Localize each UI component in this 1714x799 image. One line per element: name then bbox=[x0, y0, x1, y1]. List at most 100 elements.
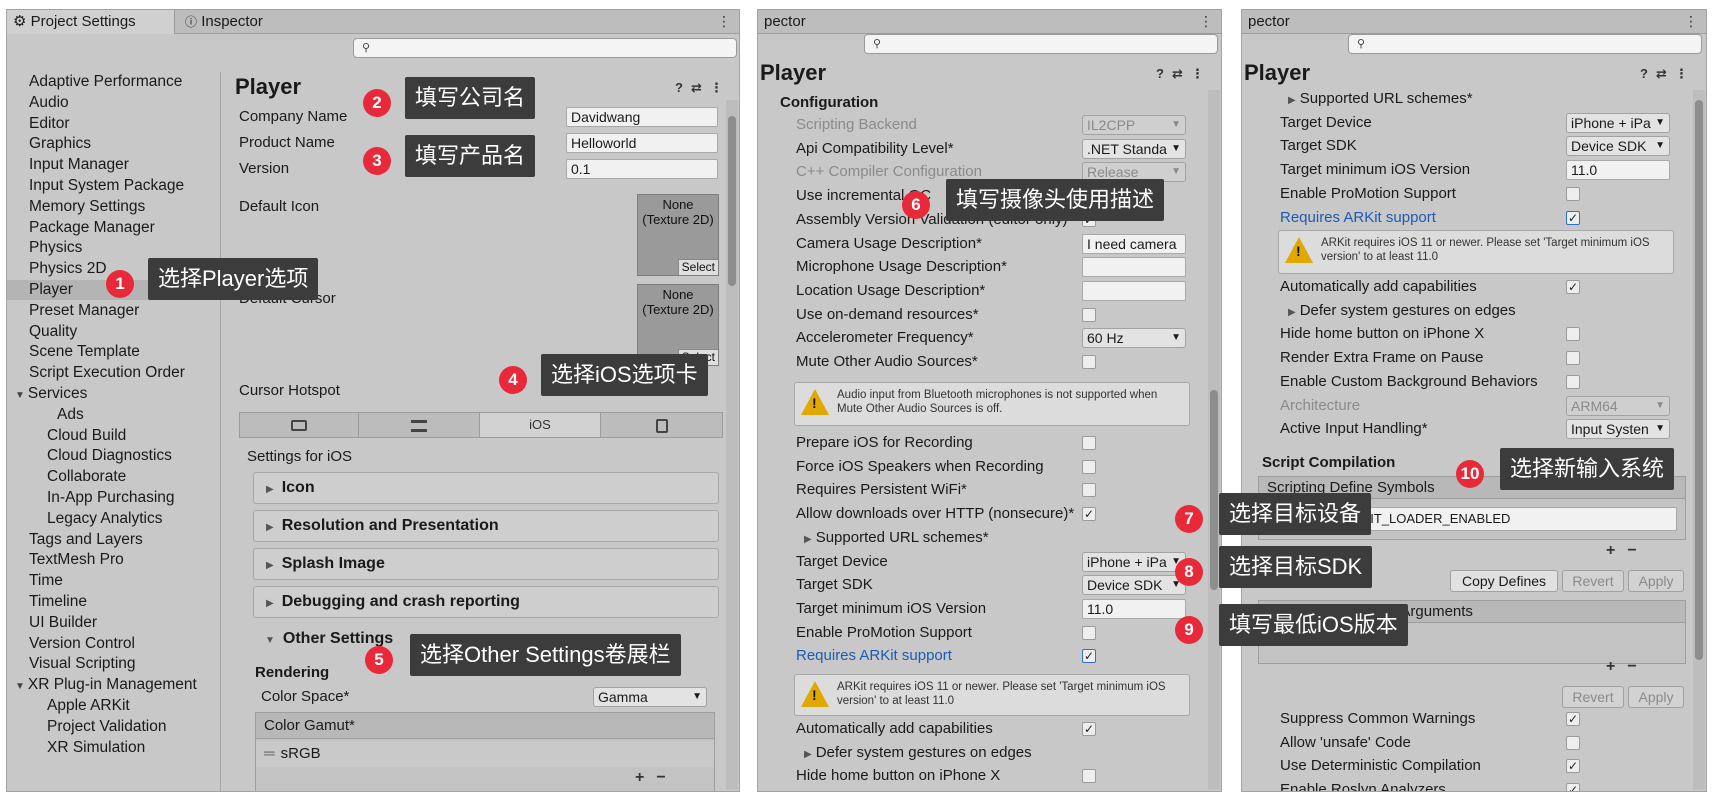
sidebar-item-scene-template[interactable]: Scene Template bbox=[29, 342, 140, 362]
revert-button[interactable]: Revert bbox=[1562, 570, 1624, 592]
minus-icon[interactable]: − bbox=[1627, 542, 1648, 559]
tab-standalone[interactable] bbox=[240, 413, 359, 437]
automatically-add-capabilities-checkbox[interactable]: ✓ bbox=[1566, 280, 1580, 294]
sidebar-item-project-validation[interactable]: Project Validation bbox=[47, 717, 166, 737]
camera-usage-description-field[interactable]: I need camera bbox=[1082, 233, 1186, 254]
apply-button[interactable]: Apply bbox=[1628, 570, 1684, 592]
sidebar-item-preset-manager[interactable]: Preset Manager bbox=[29, 301, 139, 321]
supported-url-schemes-label[interactable]: ▶ Supported URL schemes* bbox=[1288, 88, 1473, 110]
mute-other-audio-sources-checkbox[interactable] bbox=[1082, 355, 1096, 369]
search-input[interactable]: ⚲ bbox=[353, 38, 737, 58]
sidebar-item-cloud-diagnostics[interactable]: Cloud Diagnostics bbox=[47, 446, 172, 466]
hide-home-button-on-iphone-x-checkbox[interactable] bbox=[1082, 769, 1096, 784]
preset-icon[interactable]: ⇄ bbox=[691, 80, 710, 95]
allow-unsafe-code-checkbox[interactable] bbox=[1566, 735, 1580, 750]
kebab-menu-icon[interactable]: ⋮ bbox=[1199, 10, 1213, 34]
tab-ios[interactable]: iOS bbox=[480, 413, 601, 437]
preset-icon[interactable]: ⇄ bbox=[1172, 66, 1191, 81]
enable-promotion-support-checkbox[interactable] bbox=[1566, 186, 1580, 201]
list-item[interactable]: ═ sRGB bbox=[256, 741, 714, 767]
suppress-common-warnings-checkbox[interactable]: ✓ bbox=[1566, 712, 1580, 726]
version-field[interactable]: 0.1 bbox=[566, 159, 718, 179]
sidebar-item-package-manager[interactable]: Package Manager bbox=[29, 218, 155, 238]
target-sdk-dropdown[interactable]: Device SDK ▼ bbox=[1566, 136, 1670, 157]
foldout-debugging[interactable]: ▶ Debugging and crash reporting bbox=[253, 586, 719, 618]
location-usage-description-field[interactable] bbox=[1082, 280, 1186, 301]
defer-system-gestures-on-edges-label[interactable]: ▶ Defer system gestures on edges bbox=[804, 742, 1032, 764]
enable-promotion-support-checkbox[interactable] bbox=[1082, 625, 1096, 640]
sidebar-item-timeline[interactable]: Timeline bbox=[29, 592, 87, 612]
plus-icon[interactable]: + bbox=[635, 769, 656, 786]
target-minimum-ios-version-field[interactable]: 11.0 bbox=[1082, 598, 1186, 619]
target-sdk-dropdown[interactable]: Device SDK ▼ bbox=[1082, 575, 1186, 596]
sidebar-item-quality[interactable]: Quality bbox=[29, 322, 77, 342]
copy-defines-button[interactable]: Copy Defines bbox=[1450, 570, 1558, 592]
requires-arkit-support-checkbox[interactable]: ✓ bbox=[1566, 210, 1580, 225]
use-on-demand-resources-checkbox[interactable] bbox=[1082, 307, 1096, 322]
tab-inspector[interactable]: pector bbox=[1242, 10, 1322, 34]
sidebar-item-legacy-analytics[interactable]: Legacy Analytics bbox=[47, 509, 162, 529]
scrollbar-thumb[interactable] bbox=[1210, 390, 1218, 590]
sidebar-item-version-control[interactable]: Version Control bbox=[29, 634, 135, 654]
color-space-dropdown[interactable]: Gamma ▼ bbox=[593, 687, 707, 707]
help-icon[interactable]: ? bbox=[1156, 66, 1172, 81]
foldout-splash[interactable]: ▶ Splash Image bbox=[253, 548, 719, 580]
sidebar-item-ads[interactable]: Ads bbox=[57, 405, 84, 425]
microphone-usage-description-field[interactable] bbox=[1082, 257, 1186, 278]
minus-icon[interactable]: − bbox=[1627, 658, 1648, 675]
hide-home-button-on-iphone-x-checkbox[interactable] bbox=[1566, 327, 1580, 342]
sidebar-item-visual-scripting[interactable]: Visual Scripting bbox=[29, 654, 136, 674]
kebab-menu-icon[interactable]: ⋮ bbox=[1191, 66, 1212, 81]
sidebar-item-collaborate[interactable]: Collaborate bbox=[47, 467, 126, 487]
enable-roslyn-analyzers-checkbox[interactable]: ✓ bbox=[1566, 783, 1580, 791]
plus-icon[interactable]: + bbox=[1606, 658, 1627, 675]
preset-icon[interactable]: ⇄ bbox=[1656, 66, 1675, 81]
kebab-menu-icon[interactable]: ⋮ bbox=[1675, 66, 1696, 81]
sidebar-item-physics[interactable]: Physics bbox=[29, 238, 82, 258]
sidebar-item-services[interactable]: ▼ Services bbox=[15, 384, 87, 404]
kebab-menu-icon[interactable]: ⋮ bbox=[710, 80, 731, 95]
revert-button[interactable]: Revert bbox=[1562, 686, 1624, 708]
accelerometer-frequency-dropdown[interactable]: 60 Hz ▼ bbox=[1082, 328, 1186, 349]
kebab-menu-icon[interactable]: ⋮ bbox=[717, 10, 731, 34]
active-input-handling-dropdown[interactable]: Input Systen ▼ bbox=[1566, 419, 1670, 440]
force-ios-speakers-when-recording-checkbox[interactable] bbox=[1082, 459, 1096, 474]
apply-button[interactable]: Apply bbox=[1628, 686, 1684, 708]
api-compatibility-level-dropdown[interactable]: .NET Standa ▼ bbox=[1082, 138, 1186, 159]
foldout-icon[interactable]: ▶ Icon bbox=[253, 472, 719, 504]
scrollbar[interactable] bbox=[1693, 90, 1705, 790]
requires-arkit-support-checkbox[interactable]: ✓ bbox=[1082, 649, 1096, 664]
sidebar-item-memory-settings[interactable]: Memory Settings bbox=[29, 197, 145, 217]
help-icon[interactable]: ? bbox=[675, 80, 691, 95]
foldout-resolution[interactable]: ▶ Resolution and Presentation bbox=[253, 510, 719, 542]
target-minimum-ios-version-field[interactable]: 11.0 bbox=[1566, 160, 1670, 181]
allow-downloads-over-http-nonsecure-checkbox[interactable]: ✓ bbox=[1082, 507, 1096, 522]
sidebar-item-input-manager[interactable]: Input Manager bbox=[29, 155, 129, 175]
sidebar-item-audio[interactable]: Audio bbox=[29, 93, 69, 113]
target-device-dropdown[interactable]: iPhone + iPa ▼ bbox=[1082, 551, 1186, 572]
sidebar-item-apple-arkit[interactable]: Apple ARKit bbox=[47, 696, 130, 716]
search-input[interactable]: ⚲ bbox=[864, 34, 1218, 54]
sidebar-item-script-execution-order[interactable]: Script Execution Order bbox=[29, 363, 185, 383]
product-name-field[interactable]: Helloworld bbox=[566, 133, 718, 153]
sidebar-item-xr-plug-in-management[interactable]: ▼ XR Plug-in Management bbox=[15, 675, 197, 695]
use-deterministic-compilation-checkbox[interactable]: ✓ bbox=[1566, 759, 1580, 774]
company-name-field[interactable]: Davidwang bbox=[566, 107, 718, 127]
target-device-dropdown[interactable]: iPhone + iPa ▼ bbox=[1566, 112, 1670, 133]
kebab-menu-icon[interactable]: ⋮ bbox=[1684, 10, 1698, 34]
sidebar-item-xr-simulation[interactable]: XR Simulation bbox=[47, 738, 145, 758]
tab-inspector[interactable]: pector bbox=[758, 10, 838, 34]
plus-icon[interactable]: + bbox=[1606, 542, 1627, 559]
requires-persistent-wifi-checkbox[interactable] bbox=[1082, 483, 1096, 498]
sidebar-item-editor[interactable]: Editor bbox=[29, 114, 70, 134]
select-button[interactable]: Select bbox=[677, 259, 718, 275]
tab-project-settings[interactable]: ⚙ Project Settings bbox=[7, 10, 175, 34]
sidebar-item-graphics[interactable]: Graphics bbox=[29, 134, 91, 154]
sidebar-item-time[interactable]: Time bbox=[29, 571, 63, 591]
defer-system-gestures-on-edges-label[interactable]: ▶ Defer system gestures on edges bbox=[1288, 300, 1516, 322]
sidebar-item-cloud-build[interactable]: Cloud Build bbox=[47, 426, 126, 446]
supported-url-schemes-label[interactable]: ▶ Supported URL schemes* bbox=[804, 527, 989, 549]
sidebar-item-adaptive-performance[interactable]: Adaptive Performance bbox=[29, 72, 182, 92]
sidebar-item-input-system-package[interactable]: Input System Package bbox=[29, 176, 184, 196]
scrollbar[interactable] bbox=[726, 100, 738, 790]
